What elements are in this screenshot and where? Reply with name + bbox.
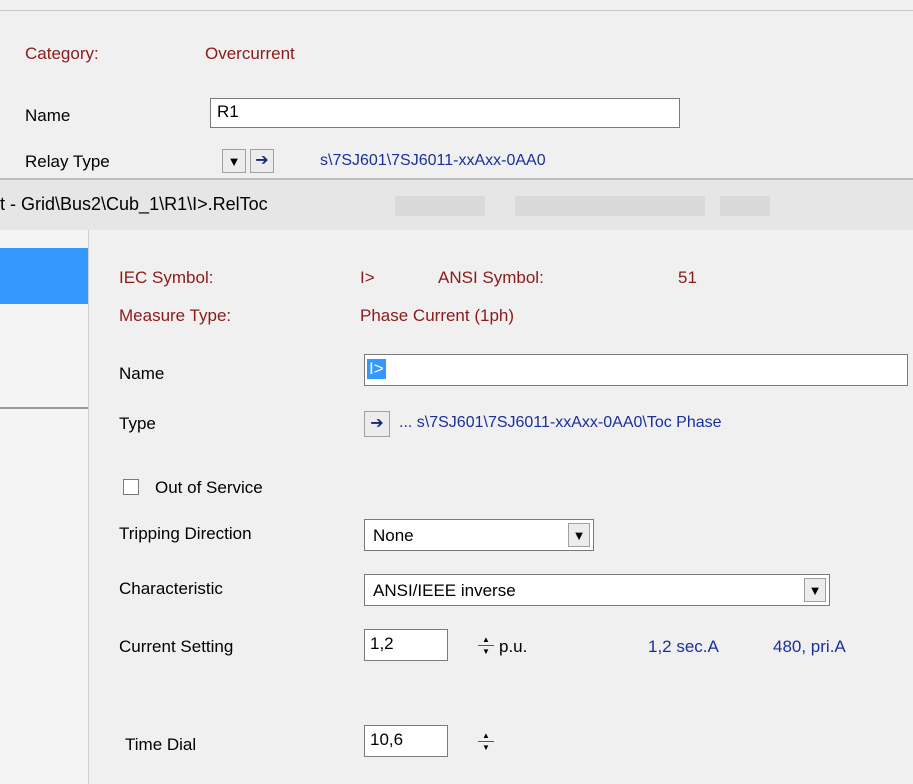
dialog-body: IEC Symbol: I> ANSI Symbol: 51 Measure T…: [89, 230, 913, 784]
ghost-toolbar-item: [720, 196, 770, 216]
current-setting-stepper[interactable]: ▲ ▼: [475, 634, 497, 656]
selected-page-item[interactable]: [0, 248, 88, 304]
category-label: Category:: [25, 44, 99, 63]
relay-name-label: Name: [25, 106, 71, 125]
relay-type-jump-button[interactable]: ➔: [250, 149, 274, 173]
page-list-panel: [0, 230, 89, 784]
type-label: Type: [119, 414, 156, 433]
panel-divider: [0, 407, 88, 409]
current-setting-label: Current Setting: [119, 637, 234, 656]
out-of-service-checkbox[interactable]: [123, 479, 139, 495]
arrow-right-icon: ➔: [255, 152, 269, 169]
spin-up-icon[interactable]: ▲: [482, 635, 490, 644]
type-jump-button[interactable]: ➔: [364, 411, 390, 437]
out-of-service-label: Out of Service: [155, 478, 263, 497]
name-label: Name: [119, 364, 165, 383]
category-value: Overcurrent: [205, 44, 295, 63]
chevron-down-icon: ▼: [227, 153, 241, 169]
chevron-down-icon: ▼: [808, 582, 822, 598]
measure-type-value: Phase Current (1ph): [360, 306, 515, 325]
tripping-direction-label: Tripping Direction: [119, 524, 252, 543]
time-dial-label: Time Dial: [125, 735, 197, 754]
tripping-direction-value: None: [373, 526, 414, 545]
name-value: I>: [367, 359, 386, 379]
characteristic-label: Characteristic: [119, 579, 223, 598]
relay-type-link[interactable]: s\7SJ601\7SJ6011-xxAxx-0AA0: [320, 152, 546, 170]
time-dial-stepper[interactable]: ▲ ▼: [475, 730, 497, 752]
dialog-title: t - Grid\Bus2\Cub_1\R1\I>.RelToc: [0, 194, 268, 214]
relay-name-field[interactable]: R1: [210, 98, 680, 128]
time-dial-field[interactable]: 10,6: [364, 725, 448, 757]
stepper-divider: [478, 740, 494, 742]
current-setting-unit: p.u.: [499, 637, 528, 656]
characteristic-value: ANSI/IEEE inverse: [373, 581, 516, 600]
characteristic-select[interactable]: ANSI/IEEE inverse ▼: [364, 574, 830, 606]
ghost-toolbar-item: [395, 196, 485, 216]
measure-type-label: Measure Type:: [119, 306, 232, 325]
name-field[interactable]: I>: [364, 354, 908, 386]
iec-symbol-label: IEC Symbol:: [119, 268, 214, 287]
tripping-direction-dropdown-button[interactable]: ▼: [568, 523, 590, 547]
current-setting-value: 1,2: [370, 634, 394, 653]
chevron-down-icon: ▼: [572, 527, 586, 543]
relay-type-dropdown-button[interactable]: ▼: [222, 149, 246, 173]
spin-down-icon[interactable]: ▼: [482, 647, 490, 656]
ghost-toolbar-item: [515, 196, 705, 216]
relay-name-value: R1: [217, 102, 239, 121]
arrow-right-icon: ➔: [370, 415, 384, 432]
iec-symbol-value: I>: [360, 268, 375, 287]
stepper-divider: [478, 644, 494, 646]
spin-up-icon[interactable]: ▲: [482, 731, 490, 740]
characteristic-dropdown-button[interactable]: ▼: [804, 578, 826, 602]
time-dial-spinner[interactable]: 10,6 ▲ ▼: [364, 725, 504, 757]
tripping-direction-select[interactable]: None ▼: [364, 519, 594, 551]
ansi-symbol-label: ANSI Symbol:: [438, 268, 544, 287]
current-setting-secondary: 1,2 sec.A: [648, 637, 719, 656]
ansi-symbol-value: 51: [678, 268, 697, 287]
current-setting-field[interactable]: 1,2: [364, 629, 448, 661]
parent-dialog: Category: Overcurrent Name R1 Relay Type…: [0, 0, 913, 180]
current-setting-spinner[interactable]: 1,2 ▲ ▼ p.u.: [364, 629, 528, 661]
spin-down-icon[interactable]: ▼: [482, 743, 490, 752]
current-setting-primary: 480, pri.A: [773, 637, 846, 656]
time-dial-value: 10,6: [370, 730, 404, 749]
relay-type-label: Relay Type: [25, 152, 110, 171]
parent-dialog-border: [0, 10, 913, 11]
type-link[interactable]: ... s\7SJ601\7SJ6011-xxAxx-0AA0\Toc Phas…: [399, 414, 722, 432]
